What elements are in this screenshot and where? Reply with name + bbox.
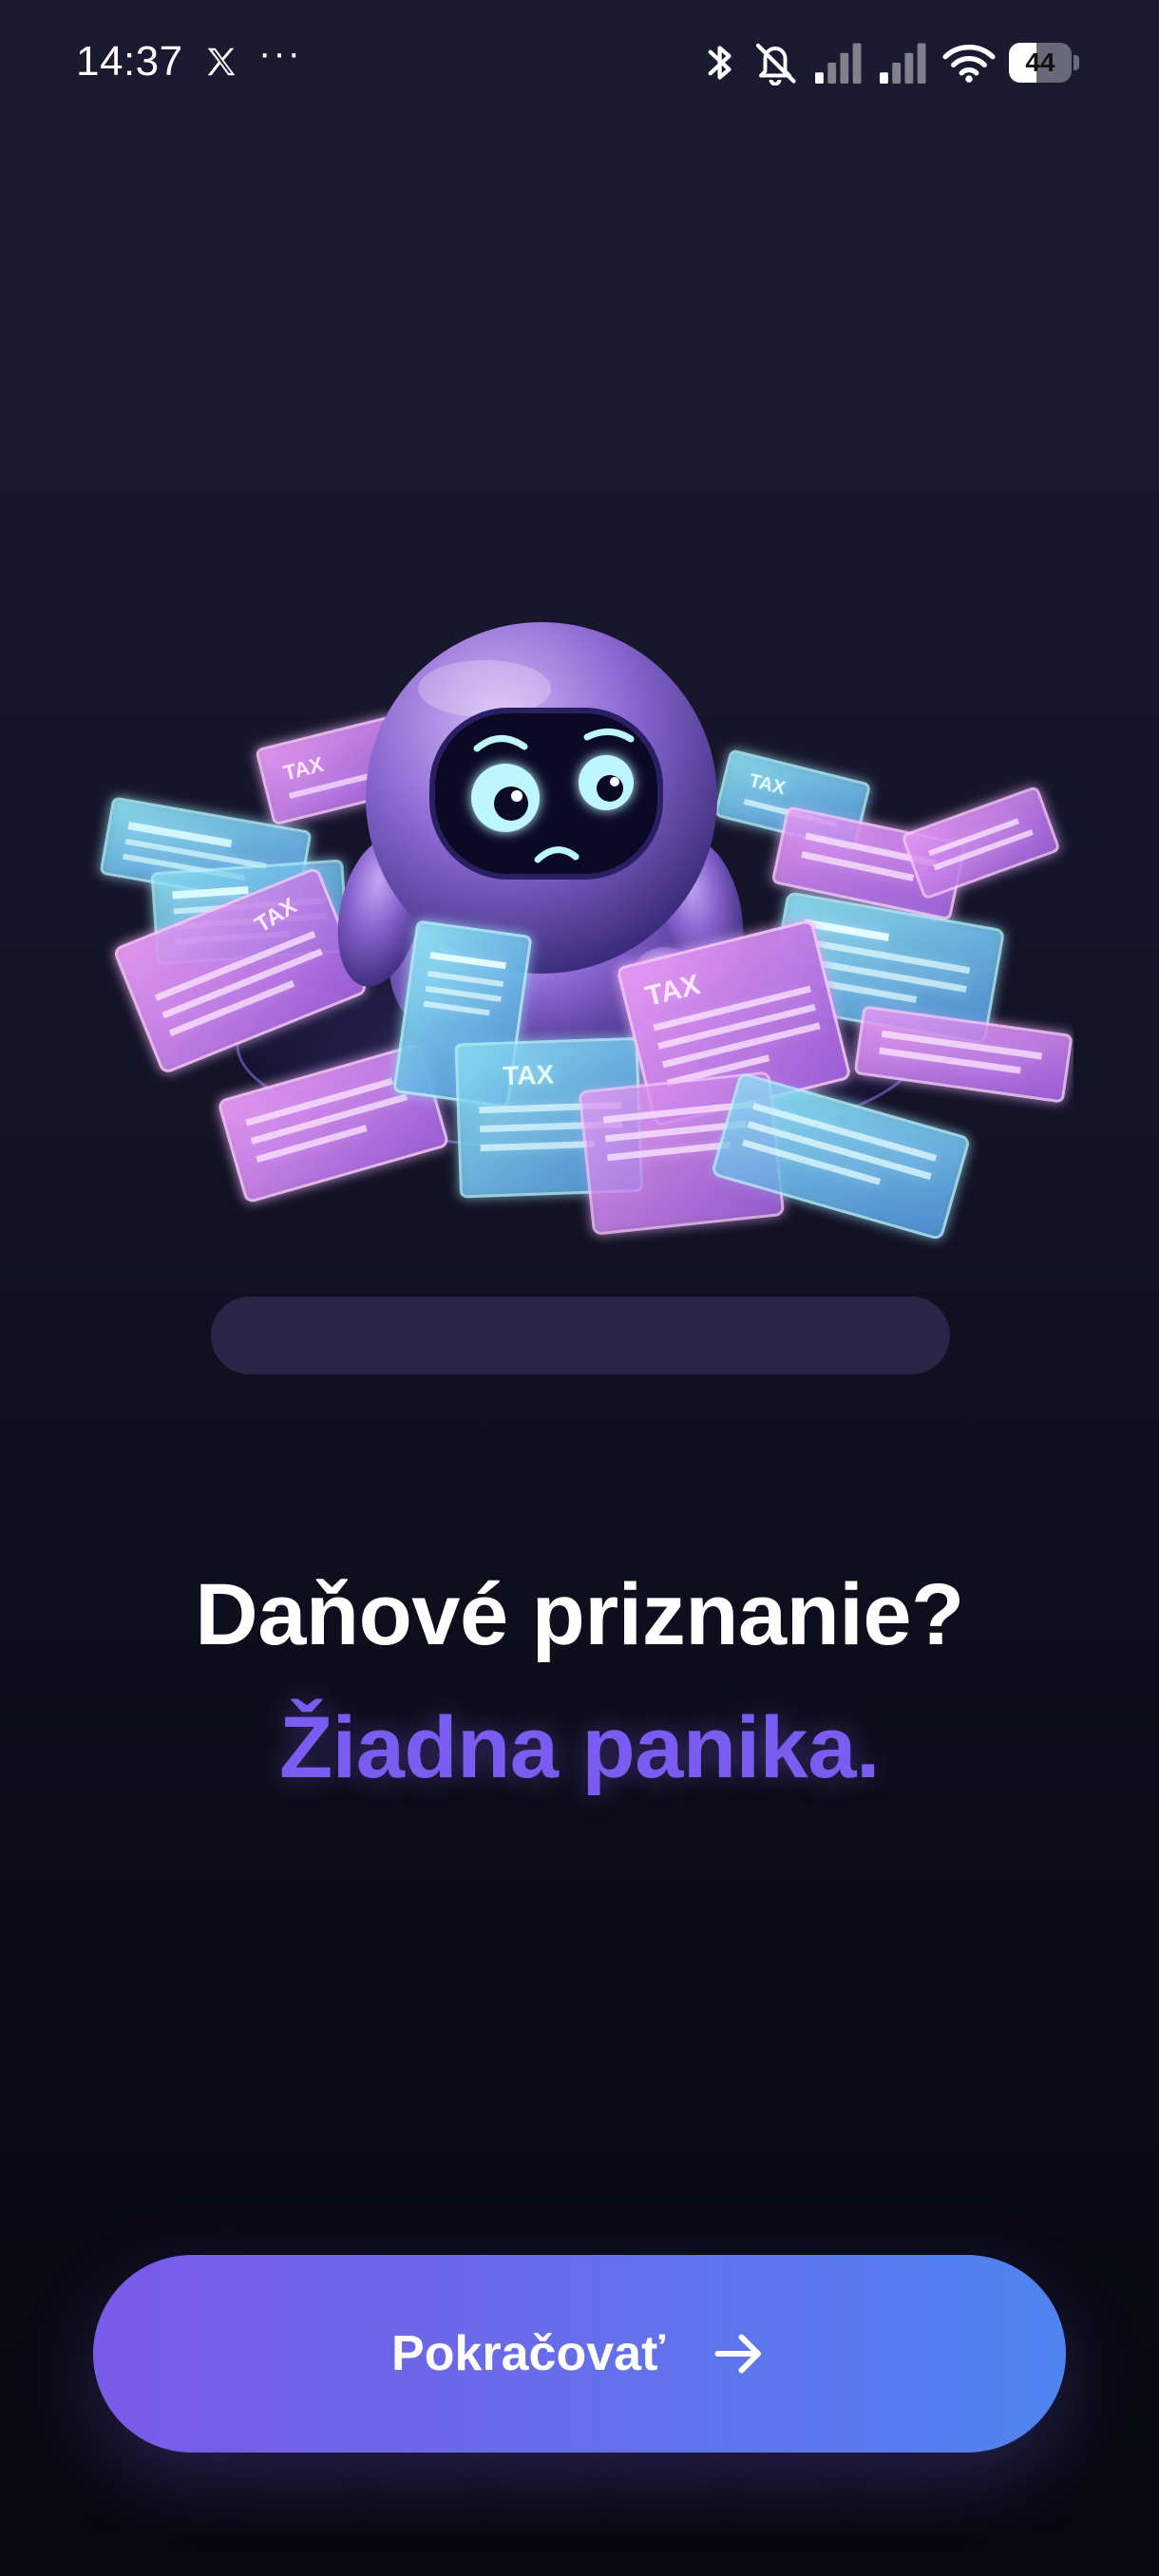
page-title: Daňové priznanie? bbox=[195, 1566, 964, 1663]
continue-button[interactable]: Pokračovať bbox=[93, 2255, 1066, 2453]
bluetooth-icon bbox=[708, 46, 732, 80]
battery-level: 44 bbox=[1025, 47, 1055, 77]
tax-label: TAX bbox=[503, 1059, 555, 1090]
status-bar: 14:37 ··· 44 bbox=[0, 0, 1159, 133]
page-subtitle: Žiadna panika. bbox=[278, 1699, 881, 1796]
battery-icon: 44 bbox=[1009, 43, 1079, 83]
robot-shadow bbox=[211, 1297, 950, 1374]
status-icons: 44 bbox=[705, 38, 1079, 87]
signal-icon bbox=[880, 43, 926, 84]
status-time: 14:37 bbox=[76, 38, 183, 85]
robot-illustration: TAX TAX TAX TAX TAX bbox=[100, 622, 1073, 1240]
wifi-icon bbox=[942, 45, 996, 83]
x-logo-icon bbox=[207, 47, 236, 76]
signal-icon bbox=[815, 43, 862, 84]
continue-button-label: Pokračovať bbox=[391, 2326, 665, 2381]
mute-icon bbox=[755, 43, 796, 85]
arrow-right-icon bbox=[714, 2334, 761, 2374]
more-notifications-icon: ··· bbox=[258, 32, 302, 74]
